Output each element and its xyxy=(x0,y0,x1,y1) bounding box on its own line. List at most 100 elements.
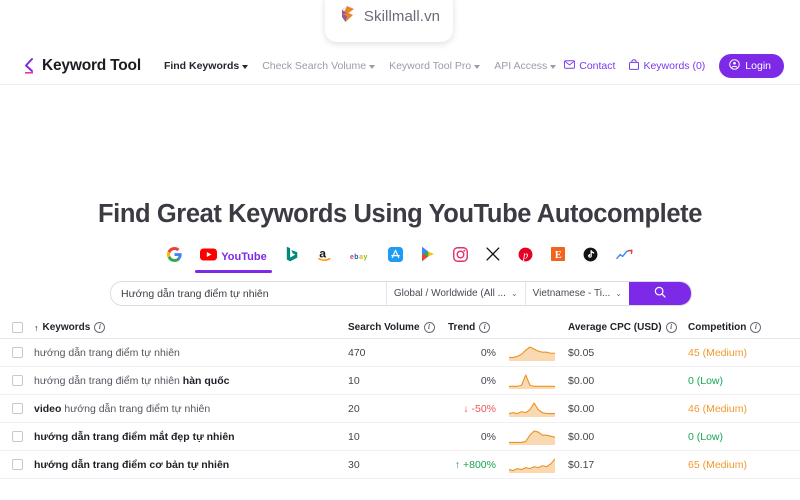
column-header-label: Keywords xyxy=(42,322,91,333)
trend-up-icon: ↑ xyxy=(454,458,460,471)
platform-tab-google-play[interactable] xyxy=(412,243,444,274)
table-row[interactable]: hướng dẫn trang điểm tự nhiên 470 0% $0.05 4… xyxy=(0,339,800,367)
search-volume-cell: 470 xyxy=(348,346,366,359)
trend-sparkline xyxy=(509,345,555,361)
trend-percent: 0% xyxy=(480,374,496,387)
table-row[interactable]: hướng dẫn trang điểm mắt đẹp tự nhiên 10 0… xyxy=(0,423,800,451)
keyword-cell[interactable]: hướng dẫn trang điểm tự nhiên xyxy=(34,347,348,359)
keyword-cell[interactable]: hướng dẫn trang điểm cơ bản tự nhiên xyxy=(34,459,348,471)
column-header-label: Trend xyxy=(448,322,476,333)
search-button[interactable] xyxy=(629,282,691,305)
column-header-keywords[interactable]: ↑ Keywords i xyxy=(34,322,348,333)
row-checkbox[interactable] xyxy=(12,431,23,442)
platform-tab-google[interactable] xyxy=(158,244,191,274)
platform-tab-instagram[interactable] xyxy=(444,244,477,274)
trend-value: 0% xyxy=(448,431,496,443)
trend-sparkline xyxy=(509,429,555,445)
nav-item-label: Check Search Volume xyxy=(262,60,367,72)
nav-item-find-keywords[interactable]: Find Keywords xyxy=(163,60,249,72)
keywords-table: ↑ Keywords i Search Volume i Trend i Ave… xyxy=(0,317,800,479)
trend-value: 0% xyxy=(448,375,496,387)
cart-icon xyxy=(629,59,640,73)
trend-cell: 0% xyxy=(448,373,568,389)
nav-item-keyword-tool-pro[interactable]: Keyword Tool Pro xyxy=(389,60,481,72)
chevron-down-icon xyxy=(474,64,481,69)
platform-tab-label: YouTube xyxy=(221,250,267,263)
platform-tab-pinterest[interactable]: p xyxy=(509,244,542,274)
platform-tab-ebay[interactable]: e b a y xyxy=(341,245,379,273)
keywords-cart-label: Keywords (0) xyxy=(643,60,706,72)
column-header-cpc[interactable]: Average CPC (USD) i xyxy=(568,322,688,333)
brand-logo[interactable]: Keyword Tool xyxy=(22,57,141,75)
trend-cell: 0% xyxy=(448,345,568,361)
table-row[interactable]: hướng dẫn trang điểm tự nhiên hàn quốc 10… xyxy=(0,367,800,395)
info-icon[interactable]: i xyxy=(665,322,677,333)
trend-percent: -50% xyxy=(471,402,496,415)
select-all-checkbox[interactable] xyxy=(12,322,23,333)
cpc-cell: $0.00 xyxy=(568,430,595,443)
pinterest-icon: p xyxy=(518,247,533,267)
platform-tab-google-trends[interactable] xyxy=(607,245,642,273)
competition-cell: 0 (Low) xyxy=(688,430,724,443)
svg-text:y: y xyxy=(363,253,367,260)
nav-item-api-access[interactable]: API Access xyxy=(494,60,557,72)
table-header-row: ↑ Keywords i Search Volume i Trend i Ave… xyxy=(0,317,800,339)
platform-tab-youtube[interactable]: YouTube xyxy=(191,245,275,273)
skillmall-badge: Skillmall.vn xyxy=(325,0,453,42)
column-header-trend[interactable]: Trend i xyxy=(448,322,568,333)
row-checkbox[interactable] xyxy=(12,459,23,470)
competition-cell: 0 (Low) xyxy=(688,374,724,387)
login-button[interactable]: Login xyxy=(719,54,784,78)
table-row[interactable]: video hướng dẫn trang điểm tự nhiên 20 ↓ -5… xyxy=(0,395,800,423)
ebay-icon: e b a y xyxy=(350,248,370,266)
cpc-cell: $0.00 xyxy=(568,374,595,387)
svg-text:p: p xyxy=(522,250,528,261)
column-header-label: Search Volume xyxy=(348,322,420,333)
sort-ascending-icon: ↑ xyxy=(34,322,39,333)
cpc-cell: $0.00 xyxy=(568,402,595,415)
bing-icon xyxy=(285,246,299,267)
skillmall-name: Skillmall.vn xyxy=(363,7,441,25)
nav-item-label: Find Keywords xyxy=(163,60,240,72)
chevron-down-icon xyxy=(550,64,557,69)
column-header-search-volume[interactable]: Search Volume i xyxy=(348,322,448,333)
keywords-cart-link[interactable]: Keywords (0) xyxy=(629,59,705,73)
amazon-icon: a xyxy=(317,246,332,267)
keyword-cell[interactable]: hướng dẫn trang điểm tự nhiên hàn quốc xyxy=(34,375,348,387)
table-row[interactable]: hướng dẫn trang điểm cơ bản tự nhiên 30 ↑ +… xyxy=(0,451,800,479)
keyword-cell[interactable]: video hướng dẫn trang điểm tự nhiên xyxy=(34,403,348,415)
nav-right-actions: Contact Keywords (0) Login xyxy=(564,54,784,78)
brand-name: Keyword Tool xyxy=(42,57,141,74)
platform-tab-tiktok[interactable] xyxy=(574,244,607,274)
x-twitter-icon xyxy=(486,247,500,266)
trend-cell: ↓ -50% xyxy=(448,401,568,417)
contact-link[interactable]: Contact xyxy=(564,60,615,72)
platform-tab-bing[interactable] xyxy=(276,243,308,274)
location-select[interactable]: Global / Worldwide (All ... ⌄ xyxy=(385,282,525,305)
trend-percent: +800% xyxy=(463,458,496,471)
svg-text:b: b xyxy=(354,253,358,260)
platform-tab-x[interactable] xyxy=(477,244,509,273)
platform-tab-etsy[interactable]: E xyxy=(542,244,574,273)
search-input[interactable] xyxy=(111,282,386,305)
search-volume-cell: 10 xyxy=(348,430,360,443)
instagram-icon xyxy=(452,246,468,267)
column-header-competition[interactable]: Competition i xyxy=(688,322,788,333)
cpc-cell: $0.05 xyxy=(568,346,595,359)
row-checkbox[interactable] xyxy=(12,403,23,414)
row-checkbox[interactable] xyxy=(12,375,23,386)
info-icon[interactable]: i xyxy=(94,322,106,333)
info-icon[interactable]: i xyxy=(750,322,762,333)
row-checkbox[interactable] xyxy=(12,347,23,358)
table-body: hướng dẫn trang điểm tự nhiên 470 0% $0.05 4… xyxy=(0,339,800,479)
language-select[interactable]: Vietnamese - Ti... ⌄ xyxy=(524,282,629,305)
svg-text:e: e xyxy=(350,253,354,260)
keyword-cell[interactable]: hướng dẫn trang điểm mắt đẹp tự nhiên xyxy=(34,431,348,443)
nav-item-check-search-volume[interactable]: Check Search Volume xyxy=(262,60,376,72)
info-icon[interactable]: i xyxy=(479,322,491,333)
cpc-cell: $0.17 xyxy=(568,458,595,471)
info-icon[interactable]: i xyxy=(423,322,435,333)
platform-tab-app-store[interactable] xyxy=(379,244,412,274)
search-volume-cell: 10 xyxy=(348,374,360,387)
platform-tab-amazon[interactable]: a xyxy=(308,243,341,274)
